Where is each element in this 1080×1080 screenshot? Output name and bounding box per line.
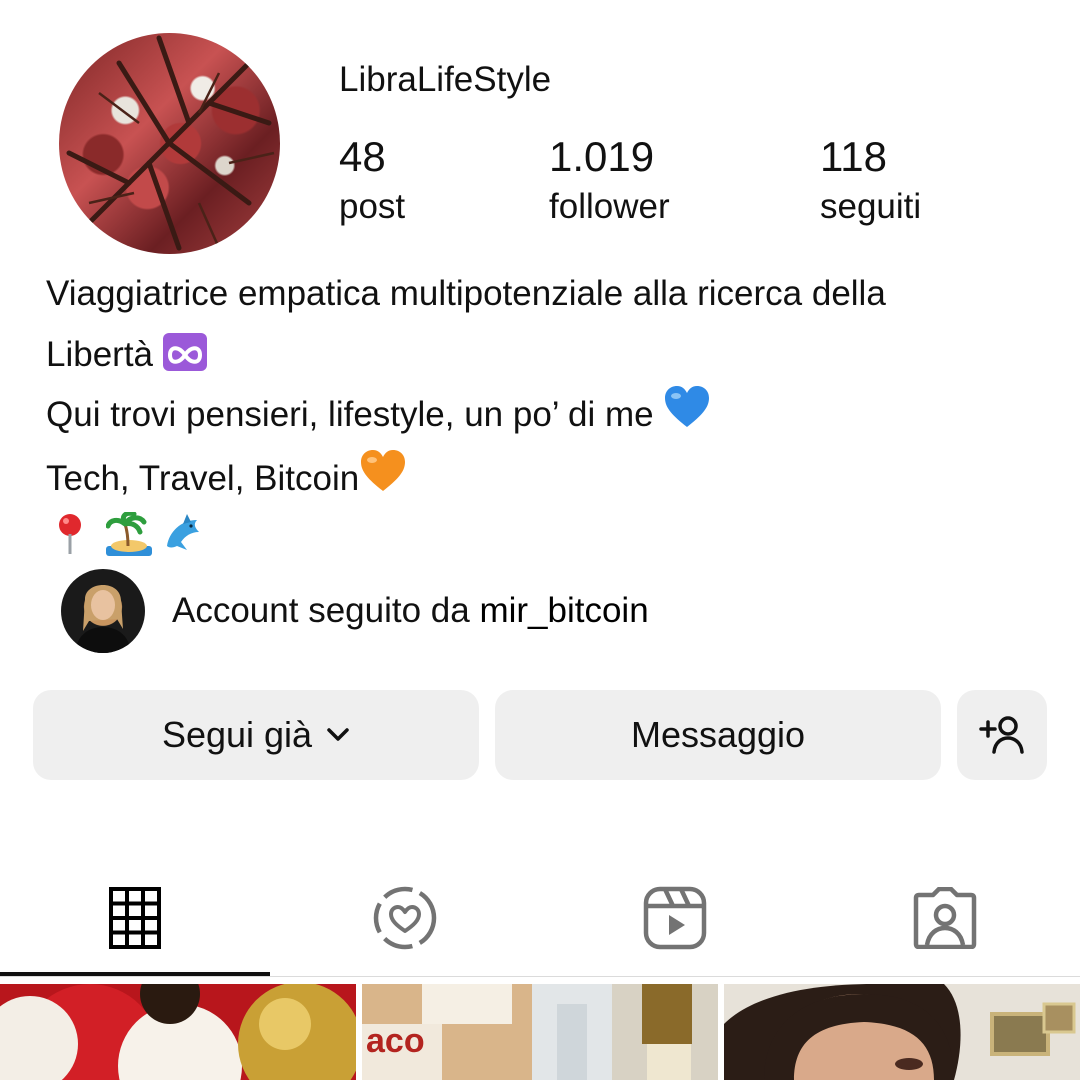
infinity-emoji-icon	[162, 333, 207, 372]
round-pushpin-emoji-icon	[50, 512, 90, 576]
post-thumbnail-3[interactable]	[724, 984, 1080, 1080]
add-user-icon	[978, 715, 1026, 755]
followed-by-row[interactable]: Account seguito da mir_bitcoin	[61, 569, 649, 653]
following-count: 118	[820, 133, 887, 180]
chevron-down-icon	[326, 727, 350, 743]
desert-island-emoji-icon	[105, 510, 152, 576]
tagged-icon	[913, 887, 977, 949]
stat-following[interactable]: 118 seguiti	[820, 134, 921, 229]
bio-line-2: Libertà	[46, 325, 1046, 386]
bio-line-1: Viaggiatrice empatica multipotenziale al…	[46, 274, 886, 313]
bio-line-5	[46, 510, 1046, 576]
message-button-label: Messaggio	[630, 714, 806, 755]
bio-line-4: Tech, Travel, Bitcoin	[46, 449, 1046, 513]
grid-icon	[109, 887, 161, 949]
followers-label: follower	[549, 187, 670, 226]
reels-icon	[643, 886, 707, 950]
suggested-users-button[interactable]	[957, 690, 1047, 780]
followed-by-text: Account seguito da mir_bitcoin	[172, 591, 649, 631]
posts-count: 48	[339, 133, 386, 180]
bio-line-3: Qui trovi pensieri, lifestyle, un po’ di…	[46, 385, 1046, 449]
follower-avatar	[61, 569, 145, 653]
profile-username: LibraLifeStyle	[339, 60, 552, 99]
profile-bio: Viaggiatrice empatica multipotenziale al…	[46, 264, 1046, 576]
profile-avatar[interactable]	[59, 33, 280, 254]
stat-followers[interactable]: 1.019 follower	[549, 134, 670, 229]
post-thumbnail-2[interactable]: aco	[362, 984, 718, 1080]
followed-by-username[interactable]: mir_bitcoin	[479, 591, 648, 630]
stat-posts[interactable]: 48 post	[339, 134, 405, 229]
followed-by-prefix: Account seguito da	[172, 591, 470, 630]
post-thumbnail-1[interactable]	[0, 984, 356, 1080]
tab-tagged[interactable]	[810, 860, 1080, 976]
posts-label: post	[339, 187, 406, 226]
bio-line-4-text: Tech, Travel, Bitcoin	[46, 458, 360, 498]
following-button[interactable]: Segui già	[33, 690, 479, 780]
tab-divider	[0, 976, 1080, 977]
following-label: seguiti	[820, 187, 922, 226]
message-button[interactable]: Messaggio	[495, 690, 941, 780]
followers-count: 1.019	[549, 133, 655, 180]
profile-tabs	[0, 860, 1080, 976]
bio-line-3-text: Qui trovi pensieri, lifestyle, un po’ di…	[46, 395, 654, 434]
svg-text:aco: aco	[366, 1022, 425, 1060]
tab-posts-grid[interactable]	[0, 860, 270, 976]
dolphin-emoji-icon	[161, 512, 205, 576]
tab-reels[interactable]	[540, 860, 810, 976]
tab-reposts[interactable]	[270, 860, 540, 976]
blue-heart-emoji-icon	[663, 385, 711, 449]
following-button-label: Segui già	[161, 714, 313, 755]
reposts-icon	[372, 885, 438, 951]
orange-heart-emoji-icon	[359, 449, 407, 513]
bio-line-2-text: Libertà	[46, 334, 154, 374]
post-grid: aco	[0, 984, 1080, 1080]
